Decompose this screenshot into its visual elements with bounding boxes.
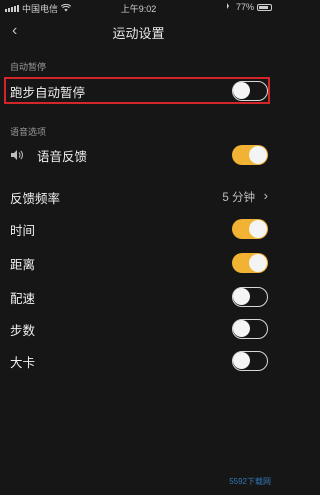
toggle-knob (233, 82, 250, 99)
chevron-right-icon: › (263, 188, 268, 203)
toggle-knob (233, 320, 250, 337)
row-time[interactable]: 时间 (0, 214, 277, 244)
page-title: 运动设置 (112, 26, 165, 41)
toggle-knob (249, 146, 267, 164)
row-pace-label: 配速 (10, 291, 36, 306)
alarm-icon (225, 2, 233, 12)
row-distance-label: 距离 (10, 257, 36, 272)
status-bar: 中国电信 上午9:02 77% (0, 0, 277, 14)
steps-toggle[interactable] (232, 319, 268, 339)
feedback-frequency-value: 5 分钟 (222, 192, 255, 204)
row-calories-label: 大卡 (10, 355, 36, 370)
toggle-knob (233, 352, 250, 369)
auto-pause-toggle[interactable] (232, 81, 268, 101)
row-feedback-frequency-label: 反馈频率 (10, 191, 61, 206)
row-auto-pause-label: 跑步自动暂停 (10, 85, 86, 100)
row-steps[interactable]: 步数 (0, 314, 277, 344)
row-calories[interactable]: 大卡 (0, 346, 277, 376)
status-right: 77% (225, 2, 272, 12)
pace-toggle[interactable] (232, 287, 268, 307)
time-toggle[interactable] (232, 219, 268, 239)
row-time-label: 时间 (10, 223, 36, 238)
row-voice-feedback[interactable]: 语音反馈 (0, 140, 277, 170)
distance-toggle[interactable] (232, 253, 268, 273)
watermark-logo: 5592下载网 (229, 477, 271, 486)
calories-toggle[interactable] (232, 351, 268, 371)
nav-bar: ‹ 运动设置 (0, 14, 277, 48)
section-label-voice: 语音选项 (10, 127, 47, 137)
speaker-icon (10, 148, 24, 160)
row-feedback-frequency[interactable]: 反馈频率 5 分钟 › (0, 182, 277, 212)
row-steps-label: 步数 (10, 323, 36, 338)
toggle-knob (249, 254, 267, 272)
battery-percent: 77% (235, 2, 254, 12)
row-auto-pause[interactable]: 跑步自动暂停 (0, 76, 277, 106)
toggle-knob (233, 288, 250, 305)
toggle-knob (249, 220, 267, 238)
row-voice-feedback-label: 语音反馈 (37, 149, 88, 164)
row-distance[interactable]: 距离 (0, 248, 277, 278)
section-label-auto-pause: 自动暂停 (10, 62, 47, 72)
battery-icon (257, 3, 272, 11)
row-pace[interactable]: 配速 (0, 282, 277, 312)
voice-feedback-toggle[interactable] (232, 145, 268, 165)
